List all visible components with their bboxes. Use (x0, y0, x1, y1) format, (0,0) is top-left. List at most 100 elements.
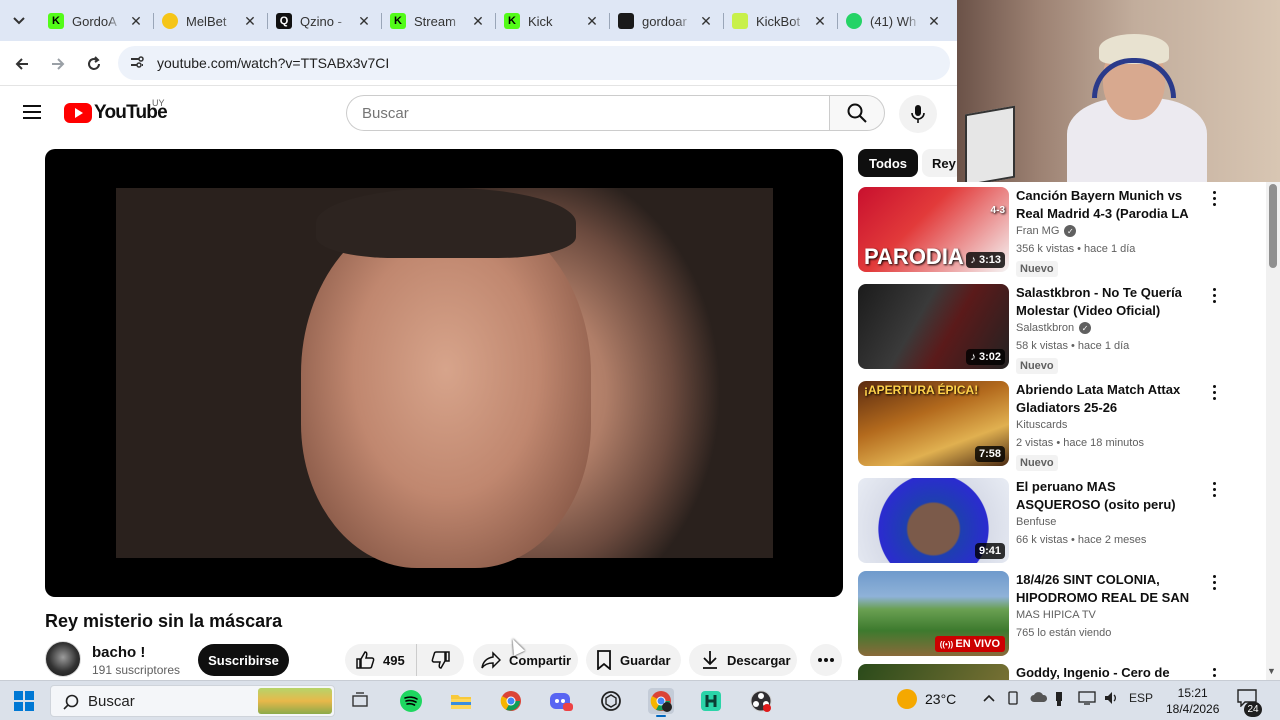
system-clock[interactable]: 15:21 18/4/2026 (1166, 685, 1219, 717)
video-thumbnail[interactable]: ((•)) EN VIVO (858, 571, 1009, 656)
close-tab-icon[interactable]: ✕ (698, 13, 714, 30)
recommended-video[interactable]: 9:41 El peruano MAS ASQUEROSO (osito peru… (858, 478, 1230, 564)
recommended-video[interactable]: Goddy, Ingenio - Cero de Plata (858, 664, 1230, 680)
browser-tab[interactable]: K Stream ✕ (382, 6, 494, 36)
video-thumbnail[interactable]: 9:41 (858, 478, 1009, 563)
browser-tab[interactable]: MelBet ✕ (154, 6, 266, 36)
more-vertical-icon[interactable] (1207, 383, 1221, 401)
voice-search-button[interactable] (899, 95, 937, 133)
site-info-icon[interactable] (126, 55, 148, 72)
channel-avatar[interactable] (45, 641, 81, 677)
recommended-video-title[interactable]: Canción Bayern Munich vs Real Madrid 4-3… (1016, 187, 1202, 223)
windows-start-button[interactable] (14, 691, 34, 711)
video-player[interactable] (45, 149, 843, 597)
subscribe-button[interactable]: Suscribirse (198, 644, 289, 676)
app-h-icon[interactable] (698, 688, 724, 714)
close-tab-icon[interactable]: ✕ (356, 13, 372, 30)
browser-tab[interactable]: K GordoA ✕ (40, 6, 152, 36)
search-field[interactable] (346, 95, 830, 131)
forward-button[interactable] (45, 51, 71, 77)
obs-icon[interactable] (748, 688, 774, 714)
back-button[interactable] (9, 51, 35, 77)
search-button[interactable] (829, 95, 885, 131)
video-thumbnail[interactable]: PARODIA 4-3 ♪ 3:13 (858, 187, 1009, 272)
task-view-icon[interactable] (347, 688, 373, 714)
chrome-icon[interactable] (498, 688, 524, 714)
recommended-channel[interactable]: Fran MG ✓ (1016, 225, 1077, 237)
recommended-video-title[interactable]: Goddy, Ingenio - Cero de Plata (1016, 664, 1202, 680)
close-tab-icon[interactable]: ✕ (584, 13, 600, 30)
more-actions-button[interactable] (810, 644, 842, 676)
recommended-channel[interactable]: Kituscards (1016, 419, 1067, 431)
guide-menu-button[interactable] (20, 101, 44, 125)
search-input[interactable] (362, 104, 830, 122)
share-button[interactable]: Compartir (473, 644, 578, 676)
channel-name[interactable]: bacho ! (92, 644, 145, 661)
save-button[interactable]: Guardar (586, 644, 681, 676)
usb-icon[interactable] (1054, 691, 1064, 710)
video-duration: 7:58 (974, 446, 1005, 462)
more-vertical-icon[interactable] (1207, 573, 1221, 591)
recommended-video-title[interactable]: Salastkbron - No Te Quería Molestar (Vid… (1016, 284, 1202, 320)
recommended-channel[interactable]: Salastkbron ✓ (1016, 322, 1092, 334)
recommended-video-title[interactable]: Abriendo Lata Match Attax Gladiators 25-… (1016, 381, 1202, 417)
close-tab-icon[interactable]: ✕ (926, 13, 942, 30)
language-indicator[interactable]: ESP (1129, 691, 1153, 705)
like-button[interactable]: 495 (345, 644, 417, 676)
tray-device-icon[interactable] (1006, 691, 1020, 708)
close-tab-icon[interactable]: ✕ (470, 13, 486, 30)
weather-widget[interactable]: 23°C (897, 689, 956, 709)
music-note-icon: ♪ (970, 351, 979, 363)
recommended-video-title[interactable]: 18/4/26 SINT COLONIA, HIPODROMO REAL DE … (1016, 571, 1202, 607)
recommended-channel[interactable]: MAS HIPICA TV (1016, 609, 1096, 621)
close-tab-icon[interactable]: ✕ (242, 13, 258, 30)
recommended-video[interactable]: ((•)) EN VIVO 18/4/26 SINT COLONIA, HIPOD… (858, 571, 1230, 657)
taskbar-search[interactable]: Buscar (50, 685, 335, 717)
live-badge: ((•)) EN VIVO (934, 636, 1005, 652)
webcam-overlay (957, 0, 1280, 182)
video-duration: 9:41 (974, 543, 1005, 559)
search-highlight-image (258, 688, 332, 714)
recommended-video-title[interactable]: El peruano MAS ASQUEROSO (osito peru) (1016, 478, 1202, 514)
dislike-button[interactable] (417, 650, 464, 670)
windows-taskbar: Buscar 23°C ESP 15:21 18/4/2026 24 (0, 680, 1280, 720)
recommended-video[interactable]: ¡APERTURA ÉPICA! 7:58 Abriendo Lata Match … (858, 381, 1230, 471)
onedrive-icon[interactable] (1030, 691, 1048, 706)
more-vertical-icon[interactable] (1207, 666, 1221, 680)
close-tab-icon[interactable]: ✕ (128, 13, 144, 30)
tray-overflow-chevron-icon[interactable] (983, 691, 995, 705)
video-thumbnail[interactable]: ¡APERTURA ÉPICA! 7:58 (858, 381, 1009, 466)
browser-tab-title: gordoar (642, 13, 687, 29)
chip-all[interactable]: Todos (858, 149, 919, 177)
more-vertical-icon[interactable] (1207, 189, 1221, 207)
recommended-video[interactable]: ♪ 3:02 Salastkbron - No Te Quería Molesta… (858, 284, 1230, 374)
download-button[interactable]: Descargar (689, 644, 797, 676)
tab-search-button[interactable] (6, 8, 32, 34)
app-icon (618, 13, 634, 29)
reload-button[interactable] (81, 51, 107, 77)
spotify-icon[interactable] (398, 688, 424, 714)
browser-tab[interactable]: KickBot ✕ (724, 6, 836, 36)
recommended-video[interactable]: PARODIA 4-3 ♪ 3:13 Canción Bayern Munich vs… (858, 187, 1230, 277)
browser-tab[interactable]: gordoar ✕ (610, 6, 722, 36)
recommended-channel[interactable]: Benfuse (1016, 516, 1056, 528)
video-thumbnail[interactable]: ♪ 3:02 (858, 284, 1009, 369)
browser-tab[interactable]: Q Qzino - ✕ (268, 6, 380, 36)
discord-icon[interactable] (548, 688, 574, 714)
scroll-down-arrow-icon[interactable]: ▼ (1267, 666, 1276, 676)
more-vertical-icon[interactable] (1207, 480, 1221, 498)
address-bar[interactable]: youtube.com/watch?v=TTSABx3v7CI (118, 46, 950, 80)
back-arrow-icon (15, 58, 28, 70)
browser-tab[interactable]: K Kick ✕ (496, 6, 608, 36)
browser-tab[interactable]: (41) Wh ✕ (838, 6, 950, 36)
video-thumbnail[interactable] (858, 664, 1009, 680)
more-vertical-icon[interactable] (1207, 286, 1221, 304)
close-tab-icon[interactable]: ✕ (812, 13, 828, 30)
network-icon[interactable] (1078, 691, 1096, 708)
file-explorer-icon[interactable] (448, 688, 474, 714)
volume-icon[interactable] (1104, 691, 1120, 708)
chrome-profile-icon[interactable] (648, 688, 674, 717)
scrollbar-thumb[interactable] (1269, 184, 1277, 268)
chip-rey[interactable]: Rey (922, 149, 962, 177)
chatgpt-icon[interactable] (598, 688, 624, 714)
